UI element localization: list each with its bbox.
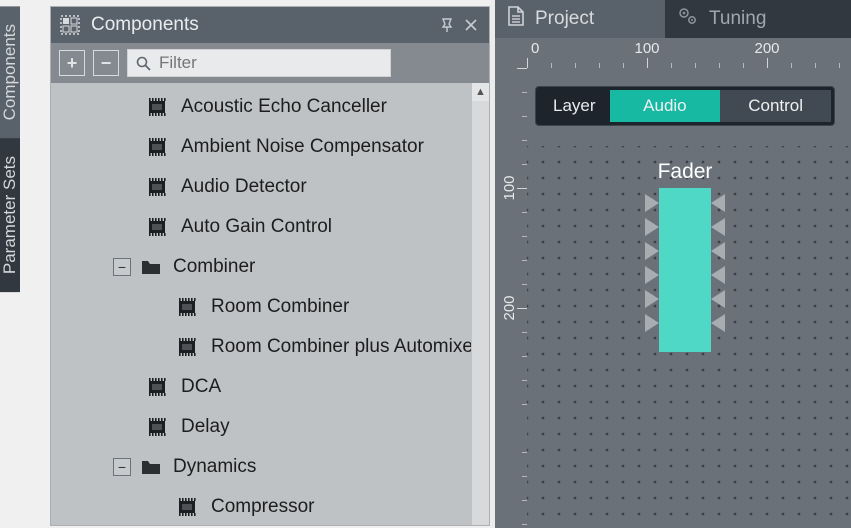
chip-icon bbox=[145, 138, 171, 156]
tree-component[interactable]: Room Combiner plus Automixer bbox=[51, 327, 489, 367]
design-area: Project Tuning 0 100 200 30 100 200 bbox=[495, 0, 851, 528]
chip-icon bbox=[145, 218, 171, 236]
chip-icon bbox=[145, 98, 171, 116]
expand-all-button[interactable]: + bbox=[59, 50, 85, 76]
tree-item-label: Room Combiner bbox=[211, 296, 349, 318]
layer-control-button[interactable]: Control bbox=[720, 90, 831, 122]
tree-item-label: Dynamics bbox=[173, 456, 256, 478]
ruler-h-0: 0 bbox=[531, 40, 539, 57]
tree-item-label: Acoustic Echo Canceller bbox=[181, 96, 387, 118]
fader-title: Fader bbox=[658, 160, 713, 184]
panel-toolbar: + − bbox=[51, 43, 489, 83]
fader-block[interactable]: Fader bbox=[643, 160, 727, 352]
scroll-up-button[interactable]: ▲ bbox=[472, 83, 489, 101]
fader-output-ports[interactable] bbox=[711, 194, 725, 332]
tree-item-label: Combiner bbox=[173, 256, 255, 278]
tree-item-label: Ambient Noise Compensator bbox=[181, 136, 424, 158]
tree-scrollbar[interactable]: ▲ bbox=[471, 83, 489, 525]
component-tree: Acoustic Echo Canceller Ambient Noise Com… bbox=[51, 83, 489, 525]
pin-icon[interactable] bbox=[437, 15, 457, 35]
side-tab-parameter-sets[interactable]: Parameter Sets bbox=[0, 138, 20, 292]
ruler-horizontal: 0 100 200 30 bbox=[527, 38, 851, 68]
design-canvas[interactable]: Layer Audio Control Fader bbox=[527, 68, 851, 528]
chip-icon bbox=[145, 378, 171, 396]
components-panel: Components + − Acoustic Echo Canceller Am… bbox=[50, 6, 490, 526]
tab-project[interactable]: Project bbox=[495, 0, 665, 38]
ruler-v-100: 100 bbox=[501, 175, 524, 200]
gears-icon bbox=[677, 6, 699, 32]
panel-header: Components bbox=[51, 7, 489, 43]
main-tabs: Project Tuning bbox=[495, 0, 851, 38]
expander-icon[interactable]: − bbox=[113, 458, 131, 476]
fader-body[interactable] bbox=[659, 188, 711, 352]
fader-input-ports[interactable] bbox=[645, 194, 659, 332]
tree-item-label: Auto Gain Control bbox=[181, 216, 332, 238]
layer-bar: Layer Audio Control bbox=[535, 86, 835, 126]
tree-item-label: Compressor bbox=[211, 496, 314, 518]
folder-icon bbox=[141, 259, 163, 275]
filter-field[interactable] bbox=[127, 49, 391, 77]
tree-item-label: DCA bbox=[181, 376, 221, 398]
ruler-corner bbox=[495, 38, 527, 68]
tree-component[interactable]: Acoustic Echo Canceller bbox=[51, 87, 489, 127]
tree-component[interactable]: Delay bbox=[51, 407, 489, 447]
tree-item-label: Audio Detector bbox=[181, 176, 307, 198]
tree-item-label: Room Combiner plus Automixer bbox=[211, 336, 479, 358]
layer-label: Layer bbox=[539, 96, 610, 116]
layer-audio-button[interactable]: Audio bbox=[610, 90, 721, 122]
search-icon bbox=[136, 56, 151, 71]
tree-component[interactable]: Audio Detector bbox=[51, 167, 489, 207]
chip-icon bbox=[175, 338, 201, 356]
collapse-all-button[interactable]: − bbox=[93, 50, 119, 76]
tree-component[interactable]: Room Combiner bbox=[51, 287, 489, 327]
chip-icon bbox=[175, 498, 201, 516]
tab-tuning-label: Tuning bbox=[709, 8, 766, 30]
ruler-h-200: 200 bbox=[754, 40, 779, 57]
components-icon bbox=[59, 14, 81, 36]
tree-component[interactable]: DCA bbox=[51, 367, 489, 407]
document-icon bbox=[507, 6, 525, 32]
tree-folder[interactable]: − Combiner bbox=[51, 247, 489, 287]
tab-tuning[interactable]: Tuning bbox=[665, 0, 835, 38]
chip-icon bbox=[175, 298, 201, 316]
ruler-vertical: 100 200 bbox=[495, 68, 527, 528]
tree-folder[interactable]: − Dynamics bbox=[51, 447, 489, 487]
panel-title: Components bbox=[91, 14, 199, 36]
tree-component[interactable]: Compressor bbox=[51, 487, 489, 525]
chip-icon bbox=[145, 418, 171, 436]
tab-project-label: Project bbox=[535, 8, 594, 30]
tree-item-label: Delay bbox=[181, 416, 230, 438]
tree-component[interactable]: Ambient Noise Compensator bbox=[51, 127, 489, 167]
tree-component[interactable]: Auto Gain Control bbox=[51, 207, 489, 247]
close-icon[interactable] bbox=[461, 15, 481, 35]
folder-icon bbox=[141, 459, 163, 475]
expander-icon[interactable]: − bbox=[113, 258, 131, 276]
ruler-h-100: 100 bbox=[634, 40, 659, 57]
chip-icon bbox=[145, 178, 171, 196]
side-tab-components[interactable]: Components bbox=[0, 6, 20, 138]
filter-input[interactable] bbox=[157, 52, 382, 74]
ruler-v-200: 200 bbox=[501, 295, 524, 320]
